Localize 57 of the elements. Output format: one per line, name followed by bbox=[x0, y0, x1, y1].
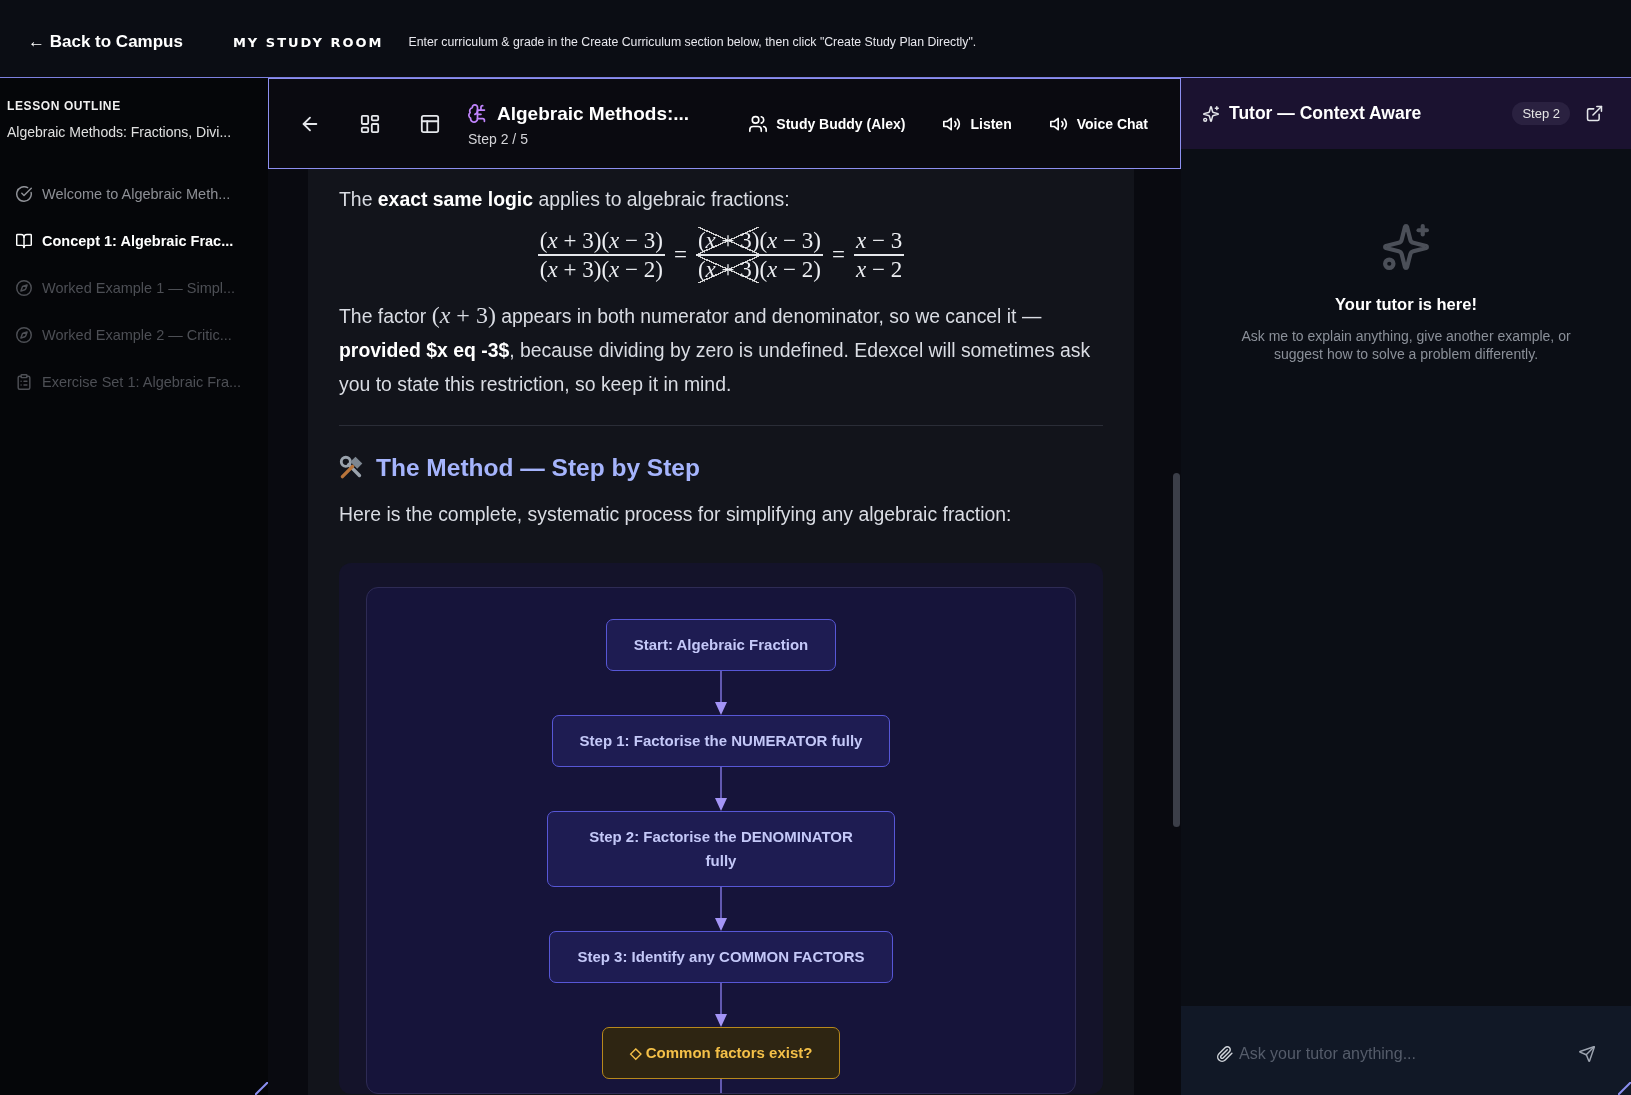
math-term: x − 2 bbox=[855, 255, 903, 283]
arrow-connector bbox=[714, 982, 728, 1027]
body-text: Here is the complete, systematic process for simplifying any algebraic fraction: bbox=[339, 501, 1013, 527]
check-circle-icon bbox=[16, 185, 32, 202]
paperclip-icon[interactable] bbox=[1217, 1045, 1233, 1062]
process-node: Step 2: Factorise the DENOMINATOR fully bbox=[547, 810, 895, 887]
sidebar-heading: LESSON OUTLINE bbox=[7, 98, 122, 114]
equals-sign: = bbox=[673, 241, 687, 269]
arrow-connector bbox=[714, 766, 728, 811]
process-node: Step 3: Identify any COMMON FACTORS bbox=[549, 930, 893, 983]
arrow-connector bbox=[714, 886, 728, 931]
scrollbar-thumb[interactable] bbox=[1173, 473, 1180, 827]
step-counter: Step 2 / 5 bbox=[468, 131, 529, 148]
sparkles-icon bbox=[1383, 224, 1429, 270]
dashboard-icon[interactable] bbox=[360, 113, 380, 134]
sparkles-icon bbox=[1203, 105, 1219, 122]
decision-node: ◇ Common factors exist? bbox=[601, 1026, 841, 1079]
diagonal-line-mark bbox=[1618, 1082, 1631, 1095]
math-term: (x + 3)(x − 3) bbox=[539, 227, 663, 254]
outline-item[interactable]: Concept 1: Algebraic Frac... bbox=[7, 217, 234, 264]
outline-item[interactable]: Welcome to Algebraic Meth... bbox=[7, 170, 231, 217]
course-title: Algebraic Methods: Fractions, Divi... bbox=[7, 123, 233, 141]
connector-line bbox=[720, 1078, 722, 1093]
hint-text: Enter curriculum & grade in the Create Curriculum section below, then click "Create Study Plan Directly". bbox=[408, 35, 977, 49]
process-node: Start: Algebraic Fraction bbox=[605, 618, 837, 671]
equals-sign: = bbox=[831, 241, 845, 269]
open-book-icon bbox=[16, 232, 32, 249]
math-term: x − 3 bbox=[855, 227, 903, 254]
tutor-title: Tutor — Context Aware bbox=[1229, 103, 1422, 124]
toolbar-button[interactable]: Voice Chat bbox=[1049, 114, 1148, 133]
toolbar-button[interactable]: Study Buddy (Alex) bbox=[749, 114, 906, 133]
hammer-wrench-icon bbox=[339, 455, 364, 480]
chat-input-field[interactable]: Ask your tutor anything... bbox=[1239, 1040, 1573, 1067]
empty-state-title: Your tutor is here! bbox=[1335, 294, 1477, 314]
send-icon[interactable] bbox=[1579, 1045, 1595, 1062]
body-text: The exact same logic applies to algebraic fractions: bbox=[339, 187, 791, 212]
app-title: MY STUDY ROOM bbox=[232, 34, 384, 50]
external-link-icon[interactable] bbox=[1586, 105, 1603, 122]
section-heading: The Method — Step by Step bbox=[376, 452, 700, 483]
math-term: (x − 3) bbox=[759, 227, 821, 254]
layout-icon[interactable] bbox=[420, 113, 440, 134]
diagonal-line-mark bbox=[255, 1082, 268, 1095]
people-icon bbox=[749, 114, 768, 133]
brain-icon bbox=[468, 104, 487, 123]
compass-icon bbox=[16, 279, 32, 296]
lesson-title: Algebraic Methods:... bbox=[497, 102, 690, 125]
toolbar-button[interactable]: Listen bbox=[943, 114, 1012, 133]
arrow-connector bbox=[714, 670, 728, 715]
compass-icon bbox=[16, 326, 32, 343]
math-term: (x + 3)(x − 2) bbox=[539, 255, 663, 283]
back-link[interactable]: ← Back to Campus bbox=[28, 32, 183, 52]
step-badge: Step 2 bbox=[1512, 102, 1570, 125]
math-term: (x − 2) bbox=[759, 255, 821, 283]
clipboard-icon bbox=[16, 373, 32, 390]
empty-state-text: Ask me to explain anything, give another example, or suggest how to solve a problem differently. bbox=[1240, 327, 1572, 363]
process-node: Step 1: Factorise the NUMERATOR fully bbox=[551, 714, 891, 767]
body-text: The factor (x + 3) appears in both numerator and denominator, so we cancel it — provided $x eq -3$, because dividing by zero is undefined. Edexcel will sometimes ask you to state this restriction, so keep it in mind. bbox=[339, 300, 1092, 397]
